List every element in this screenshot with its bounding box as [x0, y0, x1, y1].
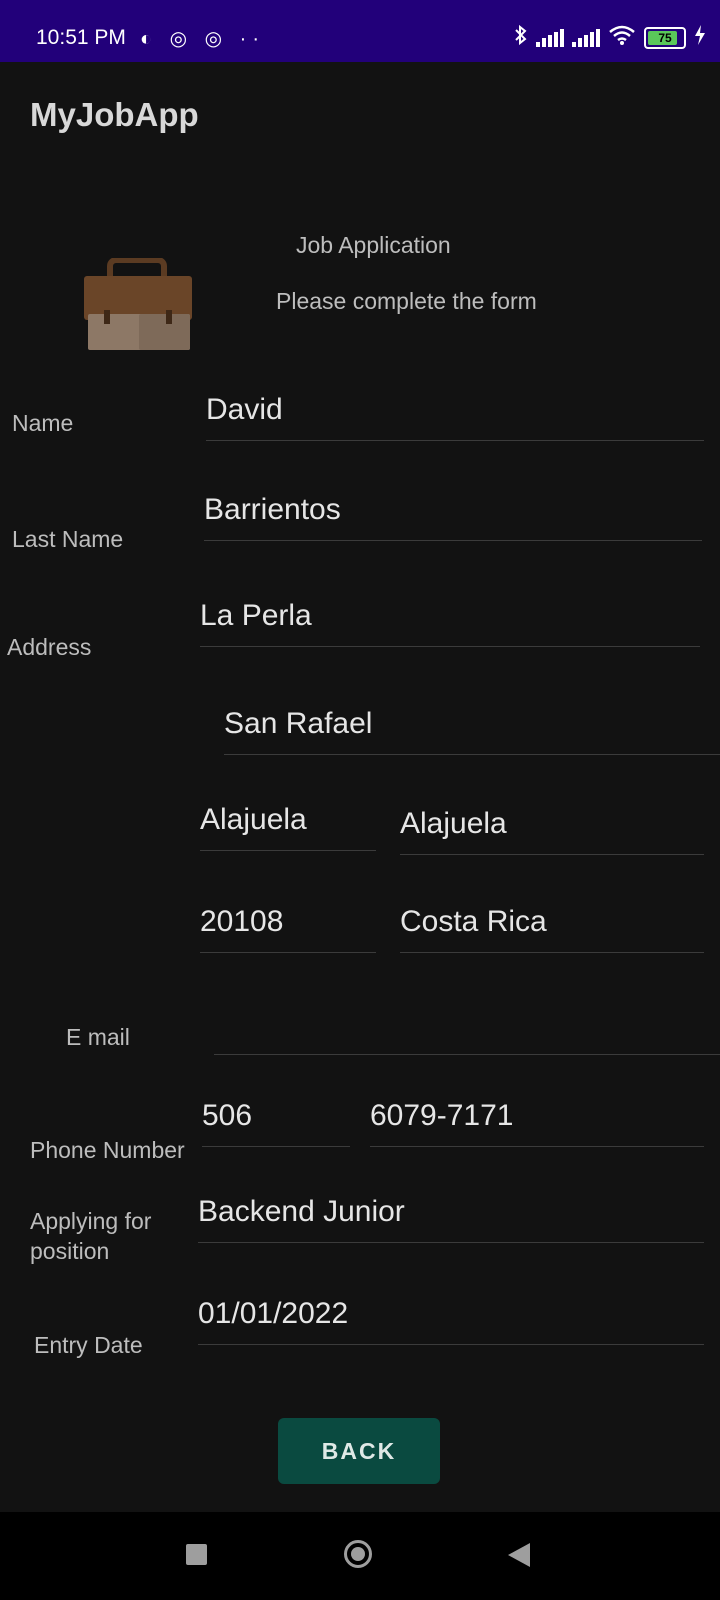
label-phone: Phone Number — [30, 1137, 185, 1163]
app-bar: MyJobApp — [0, 62, 720, 172]
phone-code-field[interactable]: 506 — [202, 1096, 350, 1147]
signal-icon — [572, 28, 600, 47]
address-line2-field[interactable]: San Rafael — [224, 704, 720, 755]
bluetooth-icon — [514, 24, 528, 51]
system-icons: 75 — [514, 24, 706, 51]
name-field[interactable]: David — [206, 390, 704, 441]
battery-level: 75 — [658, 30, 672, 45]
form-title: Job Application — [296, 232, 451, 258]
state-field[interactable]: Alajuela — [400, 804, 704, 855]
email-field[interactable] — [214, 1004, 720, 1055]
app-title: MyJobApp — [30, 96, 199, 133]
charging-icon — [694, 25, 706, 50]
label-email: E mail — [66, 1024, 130, 1050]
wifi-icon — [608, 25, 636, 50]
status-bar: 10:51 PM ◐ ◎ ◎ ·· 75 — [0, 0, 720, 62]
position-field[interactable]: Backend Junior — [198, 1192, 704, 1243]
recents-icon[interactable] — [186, 1544, 207, 1565]
back-button[interactable]: BACK — [278, 1418, 440, 1484]
label-position: Applying for position — [30, 1208, 152, 1264]
notification-icons: ◐ ◎ ◎ ·· — [140, 28, 265, 50]
label-name: Name — [12, 410, 74, 436]
address-line1-field[interactable]: La Perla — [200, 596, 700, 647]
phone-number-field[interactable]: 6079-7171 — [370, 1096, 704, 1147]
zip-field[interactable]: 20108 — [200, 902, 376, 953]
country-field[interactable]: Costa Rica — [400, 902, 704, 953]
briefcase-icon — [84, 257, 192, 352]
last-name-field[interactable]: Barrientos — [204, 490, 702, 541]
label-last-name: Last Name — [12, 526, 124, 552]
signal-icon — [536, 28, 564, 47]
back-nav-icon[interactable] — [508, 1543, 530, 1567]
city-field[interactable]: Alajuela — [200, 800, 376, 851]
entry-date-field[interactable]: 01/01/2022 — [198, 1294, 704, 1345]
battery-icon: 75 — [644, 26, 686, 49]
form-subtitle: Please complete the form — [276, 288, 537, 314]
status-time: 10:51 PM — [36, 26, 126, 49]
label-entry-date: Entry Date — [34, 1332, 143, 1358]
home-icon[interactable] — [344, 1540, 372, 1568]
label-address: Address — [7, 634, 92, 660]
